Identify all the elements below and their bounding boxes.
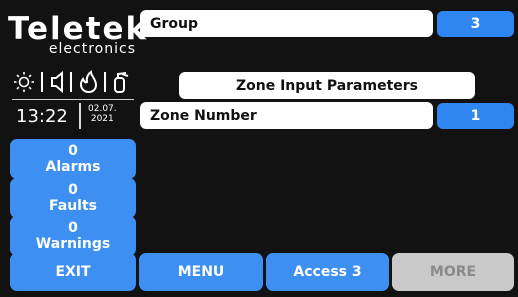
clock-time: 13:22 [16,106,68,127]
group-field[interactable]: Group [140,10,433,37]
sun-icon [14,72,34,92]
zone-number-value-text: 1 [470,108,481,124]
faults-label: Faults [49,198,97,214]
more-label: MORE [429,263,477,280]
menu-label: MENU [177,263,225,280]
alarms-count: 0 [68,142,78,159]
group-value-text: 3 [470,16,481,32]
flame-icon [80,70,98,94]
clock-separator [79,103,81,129]
faults-button[interactable]: 0 Faults [10,178,136,218]
group-label: Group [150,15,199,32]
clock-date: 02.07. 2021 [88,104,117,125]
access-button[interactable]: Access 3 [266,253,389,291]
status-icons [10,64,136,98]
date-year: 2021 [90,114,114,125]
alarms-button[interactable]: 0 Alarms [10,139,136,179]
zone-number-label: Zone Number [150,107,257,124]
more-button[interactable]: MORE [392,253,514,291]
access-label: Access 3 [293,263,362,280]
section-title-text: Zone Input Parameters [235,77,419,94]
speaker-icon [51,70,63,94]
divider [12,99,134,100]
brand-subtitle: electronics [48,41,136,57]
exit-button[interactable]: EXIT [10,253,136,291]
warnings-button[interactable]: 0 Warnings [10,216,136,256]
menu-button[interactable]: MENU [139,253,263,291]
warnings-count: 0 [68,219,78,236]
zone-number-field[interactable]: Zone Number [140,102,433,129]
date-day-month: 02.07. [88,104,117,114]
fire-extinguisher-icon [114,72,129,93]
group-value[interactable]: 3 [437,11,514,37]
faults-count: 0 [68,181,78,198]
warnings-label: Warnings [35,236,111,252]
zone-number-value[interactable]: 1 [437,103,514,129]
section-title: Zone Input Parameters [179,72,475,99]
alarms-label: Alarms [45,159,101,175]
exit-label: EXIT [55,263,91,280]
